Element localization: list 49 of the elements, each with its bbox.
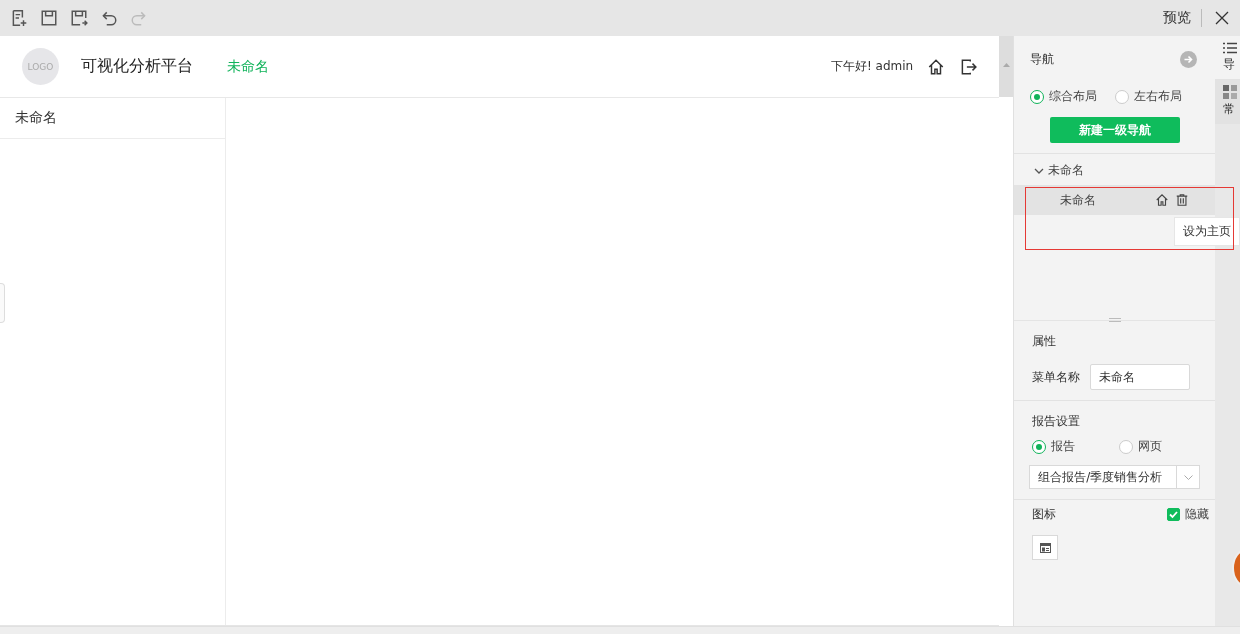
section-title: 报告设置	[1032, 414, 1081, 428]
home-button[interactable]	[927, 57, 946, 76]
field-label: 菜单名称	[1032, 368, 1081, 386]
close-button[interactable]	[1214, 10, 1230, 26]
tree-item[interactable]: 未命名	[1014, 185, 1215, 215]
close-icon	[1214, 10, 1230, 26]
save-icon	[40, 9, 58, 27]
new-file-icon	[10, 9, 28, 27]
tree-node[interactable]: 未命名	[1014, 154, 1215, 179]
field-label: 图标	[1032, 506, 1057, 523]
greeting: 下午好! admin	[830, 58, 914, 75]
layout-radio[interactable]: 左右布局	[1115, 88, 1183, 105]
report-select[interactable]: 组合报告/季度销售分析	[1029, 465, 1200, 489]
logout-icon	[959, 57, 978, 76]
undo-button[interactable]	[100, 9, 118, 27]
panel-title: 导航	[1030, 51, 1055, 68]
home-icon	[927, 57, 946, 76]
layout-radio[interactable]: 综合布局	[1030, 88, 1098, 105]
side-tab[interactable]: 常	[1215, 79, 1240, 124]
tooltip: 设为主页	[1174, 217, 1240, 246]
redo-icon	[130, 9, 148, 27]
scroll-up-icon	[1002, 63, 1010, 67]
new-file-button[interactable]	[10, 9, 28, 27]
scrollbar[interactable]	[999, 36, 1014, 97]
logout-button[interactable]	[959, 57, 978, 76]
save-as-icon	[70, 9, 88, 27]
tree-item-label: 未命名	[1060, 191, 1098, 209]
report-type-radio[interactable]: 报告	[1032, 438, 1076, 455]
undo-icon	[100, 9, 118, 27]
grid-icon	[1223, 85, 1237, 99]
tree-node-label: 未命名	[1048, 162, 1085, 179]
trash-icon	[1175, 193, 1189, 207]
section-title: 属性	[1032, 334, 1057, 348]
report-type-radio[interactable]: 网页	[1119, 438, 1163, 455]
preview-button[interactable]: 预览	[1153, 9, 1202, 27]
collapse-handle[interactable]	[0, 283, 5, 323]
menu-name-field[interactable]: 未命名	[1090, 364, 1191, 390]
save-button[interactable]	[40, 9, 58, 27]
dropdown-icon	[1183, 474, 1193, 480]
icon-picker-button[interactable]	[1032, 535, 1059, 560]
home-icon	[1155, 193, 1169, 207]
hide-checkbox[interactable]: 隐藏	[1167, 506, 1209, 523]
app-title: 可视化分析平台	[81, 56, 193, 77]
drag-grip-icon[interactable]	[1108, 318, 1121, 322]
layout-icon	[1039, 542, 1051, 553]
check-icon	[1168, 509, 1179, 520]
list-icon	[1223, 42, 1237, 54]
save-as-button[interactable]	[70, 9, 88, 27]
side-tab[interactable]: 导	[1215, 36, 1240, 79]
